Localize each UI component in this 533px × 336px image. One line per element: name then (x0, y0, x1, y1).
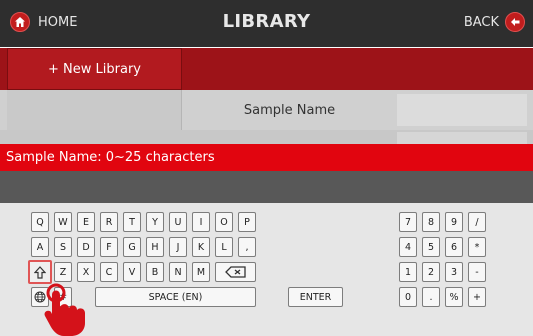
numpad-key-9[interactable]: 9 (445, 212, 463, 232)
new-library-button[interactable]: + New Library (7, 48, 182, 90)
backspace-icon (224, 266, 246, 278)
library-table-row (0, 130, 533, 144)
top-bar: HOME LIBRARY BACK (0, 0, 533, 47)
key-comma[interactable]: , (238, 237, 256, 257)
numpad-key-1[interactable]: 1 (399, 262, 417, 282)
key-c[interactable]: C (100, 262, 118, 282)
globe-icon (34, 291, 46, 303)
key-l[interactable]: L (215, 237, 233, 257)
shift-up-arrow-icon (34, 265, 46, 279)
key-y[interactable]: Y (146, 212, 164, 232)
key-w[interactable]: W (54, 212, 72, 232)
language-key[interactable] (31, 287, 49, 307)
numpad-key-multiply[interactable]: * (468, 237, 486, 257)
key-t[interactable]: T (123, 212, 141, 232)
key-n[interactable]: N (169, 262, 187, 282)
numpad-key-2[interactable]: 2 (422, 262, 440, 282)
numpad-key-8[interactable]: 8 (422, 212, 440, 232)
key-v[interactable]: V (123, 262, 141, 282)
key-f[interactable]: F (100, 237, 118, 257)
key-z[interactable]: Z (54, 262, 72, 282)
numpad-key-6[interactable]: 6 (445, 237, 463, 257)
key-g[interactable]: G (123, 237, 141, 257)
key-k[interactable]: K (192, 237, 210, 257)
shift-key[interactable] (28, 260, 52, 284)
backspace-key[interactable] (215, 262, 256, 282)
key-s[interactable]: S (54, 237, 72, 257)
numpad-key-divide[interactable]: / (468, 212, 486, 232)
key-x[interactable]: X (77, 262, 95, 282)
key-p[interactable]: P (238, 212, 256, 232)
key-o[interactable]: O (215, 212, 233, 232)
numpad-key-dot[interactable]: . (422, 287, 440, 307)
key-a[interactable]: A (31, 237, 49, 257)
library-toolbar: + New Library (0, 48, 533, 90)
numpad-key-0[interactable]: 0 (399, 287, 417, 307)
table-cell (397, 132, 527, 144)
key-u[interactable]: U (169, 212, 187, 232)
key-r[interactable]: R (100, 212, 118, 232)
back-button[interactable]: BACK (464, 10, 525, 34)
key-b[interactable]: B (146, 262, 164, 282)
key-d[interactable]: D (77, 237, 95, 257)
back-arrow-icon (505, 12, 525, 32)
on-screen-keyboard: Q W E R T Y U I O P A S D F G H J K L , … (0, 203, 533, 336)
numpad-key-7[interactable]: 7 (399, 212, 417, 232)
library-table-header: Sample Name (0, 90, 533, 130)
key-e[interactable]: E (77, 212, 95, 232)
input-hint-bar: Sample Name: 0~25 characters (0, 144, 533, 171)
sample-name-column-header: Sample Name (243, 102, 336, 118)
numpad-key-4[interactable]: 4 (399, 237, 417, 257)
numpad-key-percent[interactable]: % (445, 287, 463, 307)
page-title: LIBRARY (222, 11, 311, 32)
numpad-key-minus[interactable]: - (468, 262, 486, 282)
key-m[interactable]: M (192, 262, 210, 282)
key-q[interactable]: Q (31, 212, 49, 232)
numpad-key-5[interactable]: 5 (422, 237, 440, 257)
key-j[interactable]: J (169, 237, 187, 257)
back-label: BACK (463, 14, 499, 30)
numpad-key-plus[interactable]: + (468, 287, 486, 307)
enter-key[interactable]: ENTER (288, 287, 343, 307)
library-list-cell (7, 90, 182, 130)
text-input-field[interactable] (0, 171, 533, 203)
key-i[interactable]: I (192, 212, 210, 232)
key-h[interactable]: H (146, 237, 164, 257)
symbol-key[interactable]: # (54, 287, 72, 307)
numpad-key-3[interactable]: 3 (445, 262, 463, 282)
space-key[interactable]: SPACE (EN) (95, 287, 256, 307)
sample-name-value-cell[interactable] (397, 94, 527, 126)
